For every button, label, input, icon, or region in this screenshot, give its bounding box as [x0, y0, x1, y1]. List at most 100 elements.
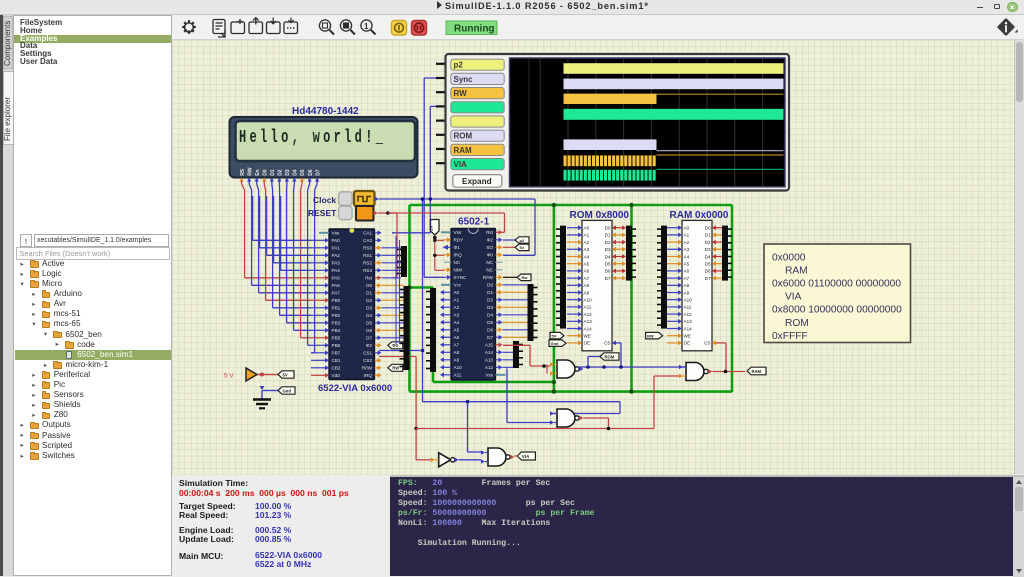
svg-text:A0: A0 [584, 226, 590, 231]
svg-text:RS1: RS1 [363, 253, 372, 258]
svg-text:D1: D1 [487, 290, 493, 295]
svg-text:D2: D2 [278, 169, 284, 176]
svg-text:1V: 1V [428, 226, 433, 231]
svg-text:D5: D5 [300, 169, 306, 176]
svg-text:A6: A6 [454, 335, 460, 340]
svg-text:D3: D3 [487, 305, 493, 310]
svg-text:Clock: Clock [313, 195, 336, 205]
svg-text:A10: A10 [454, 365, 463, 370]
svg-text:VIA: VIA [454, 160, 468, 169]
svg-text:D5: D5 [366, 321, 372, 326]
svg-text:D3: D3 [285, 169, 291, 176]
svg-text:En: En [255, 169, 261, 175]
svg-text:D3: D3 [605, 247, 611, 252]
svg-text:PA7: PA7 [332, 291, 341, 296]
svg-text:Vss: Vss [332, 231, 340, 236]
svg-text:PA6: PA6 [332, 283, 341, 288]
svg-text:A1: A1 [454, 298, 460, 303]
svg-text:5V: 5V [552, 334, 557, 339]
svg-text:A13: A13 [584, 319, 593, 324]
svg-text:Gnd: Gnd [283, 388, 292, 393]
svg-text:RW: RW [392, 366, 399, 371]
svg-text:D2: D2 [366, 298, 372, 303]
svg-text:Expand: Expand [462, 177, 492, 186]
svg-text:D0: D0 [705, 226, 711, 231]
svg-text:A4: A4 [454, 320, 460, 325]
svg-text:D6: D6 [487, 328, 493, 333]
svg-text:Running: Running [454, 23, 495, 34]
svg-text:RS2: RS2 [363, 261, 372, 266]
svg-text:D1: D1 [605, 233, 611, 238]
svg-text:Rst: Rst [365, 276, 373, 281]
svg-text:A8: A8 [584, 283, 590, 288]
svg-text:RDY: RDY [454, 238, 464, 243]
svg-text:D5: D5 [705, 262, 711, 267]
svg-text:D4: D4 [605, 254, 611, 259]
svg-text:RS3: RS3 [363, 268, 372, 273]
svg-text:D7: D7 [605, 276, 611, 281]
svg-text:Vcc: Vcc [454, 283, 462, 288]
svg-text:PB4: PB4 [332, 328, 341, 333]
svg-text:A9: A9 [684, 290, 690, 295]
svg-text:PB2: PB2 [332, 313, 341, 318]
svg-text:PA2: PA2 [332, 253, 341, 258]
svg-text:A6: A6 [584, 269, 590, 274]
svg-text:PB5: PB5 [332, 336, 341, 341]
svg-text:5V: 5V [283, 372, 288, 377]
svg-text:Sync: Sync [454, 75, 474, 84]
svg-text:A5: A5 [584, 262, 590, 267]
svg-text:A9: A9 [454, 358, 460, 363]
svg-text:D2: D2 [605, 240, 611, 245]
svg-text:D6: D6 [605, 269, 611, 274]
svg-text:A2: A2 [684, 240, 690, 245]
svg-text:A0: A0 [684, 226, 690, 231]
svg-text:D2: D2 [705, 240, 711, 245]
svg-text:0x8000 10000000 00000000: 0x8000 10000000 00000000 [772, 305, 902, 316]
svg-text:A6: A6 [684, 269, 690, 274]
svg-text:D4: D4 [705, 254, 711, 259]
svg-text:PB7: PB7 [332, 351, 341, 356]
svg-text:PA5: PA5 [332, 276, 341, 281]
svg-text:A12: A12 [584, 312, 593, 317]
svg-text:CS: CS [704, 341, 710, 346]
svg-text:D1: D1 [366, 291, 372, 296]
svg-text:PB0: PB0 [332, 298, 341, 303]
svg-text:A2: A2 [584, 240, 590, 245]
svg-text:Vss: Vss [454, 230, 462, 235]
svg-text:RAM 0x0000: RAM 0x0000 [670, 210, 729, 221]
svg-text:A10: A10 [684, 298, 693, 303]
svg-text:A13: A13 [684, 319, 693, 324]
svg-text:D7: D7 [705, 276, 711, 281]
svg-text:D1: D1 [270, 169, 276, 176]
svg-text:D0: D0 [262, 169, 268, 176]
svg-text:p2: p2 [520, 238, 525, 243]
svg-text:D7: D7 [366, 336, 372, 341]
svg-text:R/!W: R/!W [362, 366, 373, 371]
svg-text:NC: NC [486, 260, 493, 265]
svg-text:A3: A3 [684, 247, 690, 252]
svg-text:D3: D3 [705, 247, 711, 252]
svg-text:IRQ: IRQ [454, 253, 463, 258]
svg-text:A8: A8 [684, 283, 690, 288]
svg-text:A13: A13 [485, 358, 494, 363]
svg-text:D6: D6 [366, 328, 372, 333]
svg-text:D2: D2 [487, 298, 493, 303]
svg-text:VIA: VIA [522, 454, 530, 459]
svg-text:A11: A11 [684, 305, 692, 310]
svg-text:RAM: RAM [454, 146, 473, 155]
svg-text:A8: A8 [454, 350, 460, 355]
svg-text:D3: D3 [366, 306, 372, 311]
svg-text:ROM: ROM [785, 318, 809, 329]
svg-text:PA1: PA1 [332, 246, 341, 251]
svg-text:PA0: PA0 [332, 238, 341, 243]
svg-text:D0: D0 [366, 283, 372, 288]
svg-text:A10: A10 [584, 298, 593, 303]
svg-text:ROM: ROM [605, 354, 615, 359]
svg-text:RS0: RS0 [363, 246, 372, 251]
svg-text:RW: RW [454, 89, 468, 98]
svg-text:D4: D4 [366, 313, 372, 318]
svg-text:NMI: NMI [454, 268, 462, 273]
svg-text:PB1: PB1 [332, 306, 341, 311]
svg-text:Φ2: Φ2 [366, 343, 373, 348]
svg-text:p2: p2 [454, 61, 464, 70]
